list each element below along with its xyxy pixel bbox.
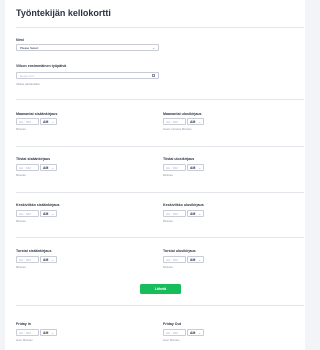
- tuesday-out-time[interactable]: HH : MM: [163, 164, 186, 171]
- monday-in-time[interactable]: HH : MM: [16, 118, 39, 125]
- name-select-value: Please Select: [20, 46, 39, 50]
- wednesday-out-time[interactable]: HH : MM: [163, 210, 186, 217]
- tuesday-in-sub: Minutes: [16, 173, 26, 177]
- form-title: Työntekijän kellokortti: [16, 8, 111, 18]
- chevron-down-icon: ⌄: [198, 331, 201, 335]
- tuesday-out-label: Tiistai ulosikirjaus: [163, 157, 195, 161]
- tuesday-in-time[interactable]: HH : MM: [16, 164, 39, 171]
- friday-in-sub: Hour Minutes: [16, 338, 33, 342]
- divider: [16, 305, 304, 306]
- monday-in-sub: Minutes: [16, 127, 26, 131]
- divider: [16, 237, 304, 238]
- tuesday-out-ampm[interactable]: AM ⌄: [187, 164, 204, 171]
- ampm-value: AM: [190, 120, 196, 124]
- ampm-value: AM: [190, 166, 196, 170]
- divider: [16, 192, 304, 193]
- ampm-value: AM: [43, 331, 49, 335]
- name-label: Nimi: [16, 38, 24, 42]
- chevron-down-icon: ⌄: [198, 212, 201, 216]
- wednesday-in-sub: Minutes: [16, 219, 26, 223]
- thursday-out-ampm[interactable]: AM ⌄: [187, 256, 204, 263]
- chevron-down-icon: ⌄: [51, 212, 54, 216]
- tuesday-in-ampm[interactable]: AM ⌄: [40, 164, 57, 171]
- divider: [16, 99, 304, 100]
- friday-in-time[interactable]: HH : MM: [16, 329, 39, 336]
- submit-button[interactable]: Lähetä: [140, 284, 181, 294]
- thursday-out-sub: Minutes: [163, 265, 173, 269]
- monday-in-ampm[interactable]: AM ⌄: [40, 118, 57, 125]
- ampm-value: AM: [190, 258, 196, 262]
- ampm-value: AM: [190, 331, 196, 335]
- thursday-out-label: Torstai ulosikirjaus: [163, 249, 196, 253]
- name-select[interactable]: Please Select ⌄: [16, 44, 159, 51]
- thursday-in-label: Torstai sisäänkirjaus: [16, 249, 52, 253]
- ampm-value: AM: [43, 212, 49, 216]
- divider: [16, 146, 304, 147]
- thursday-out-time[interactable]: HH : MM: [163, 256, 186, 263]
- ampm-value: AM: [43, 166, 49, 170]
- wednesday-in-time[interactable]: HH : MM: [16, 210, 39, 217]
- ampm-value: AM: [43, 120, 49, 124]
- wednesday-out-ampm[interactable]: AM ⌄: [187, 210, 204, 217]
- chevron-down-icon: ⌄: [51, 331, 54, 335]
- monday-in-label: Maanantai sisäänkirjaus: [16, 112, 58, 116]
- week-date-placeholder: kk-pp-vvvv: [20, 74, 35, 78]
- chevron-down-icon: ⌄: [51, 258, 54, 262]
- friday-out-ampm[interactable]: AM ⌄: [187, 329, 204, 336]
- wednesday-out-sub: Minutes: [163, 219, 173, 223]
- chevron-down-icon: ⌄: [51, 120, 54, 124]
- wednesday-in-ampm[interactable]: AM ⌄: [40, 210, 57, 217]
- form-card: Työntekijän kellokortti Nimi Please Sele…: [5, 0, 305, 350]
- wednesday-out-label: Keskiviikko ulosikirjaus: [163, 203, 204, 207]
- monday-out-ampm[interactable]: AM ⌄: [187, 118, 204, 125]
- friday-in-ampm[interactable]: AM ⌄: [40, 329, 57, 336]
- wednesday-in-label: Keskiviikko sisäänkirjaus: [16, 203, 60, 207]
- thursday-in-ampm[interactable]: AM ⌄: [40, 256, 57, 263]
- thursday-in-sub: Minutes: [16, 265, 26, 269]
- calendar-icon[interactable]: [152, 74, 155, 78]
- chevron-down-icon: ⌄: [152, 46, 155, 50]
- friday-out-label: Friday Out: [163, 322, 181, 326]
- chevron-down-icon: ⌄: [198, 258, 201, 262]
- tuesday-out-sub: Minutes: [163, 173, 173, 177]
- week-date-input[interactable]: kk-pp-vvvv: [16, 72, 159, 79]
- divider: [16, 27, 304, 28]
- week-label: Viikon ensimmäinen työpäivä: [16, 64, 67, 68]
- chevron-down-icon: ⌄: [198, 166, 201, 170]
- chevron-down-icon: ⌄: [51, 166, 54, 170]
- tuesday-in-label: Tiistai sisäänkirjaus: [16, 157, 51, 161]
- chevron-down-icon: ⌄: [198, 120, 201, 124]
- friday-out-sub: Hour Minutes: [163, 338, 180, 342]
- week-sub: Valitse päivämäärä: [16, 82, 40, 86]
- monday-out-time[interactable]: HH : MM: [163, 118, 186, 125]
- monday-out-sub: Hours minutes Minutes: [163, 127, 192, 131]
- ampm-value: AM: [190, 212, 196, 216]
- friday-in-label: Friday In: [16, 322, 31, 326]
- ampm-value: AM: [43, 258, 49, 262]
- monday-out-label: Maanantai ulosikirjaus: [163, 112, 202, 116]
- thursday-in-time[interactable]: HH : MM: [16, 256, 39, 263]
- friday-out-time[interactable]: HH : MM: [163, 329, 186, 336]
